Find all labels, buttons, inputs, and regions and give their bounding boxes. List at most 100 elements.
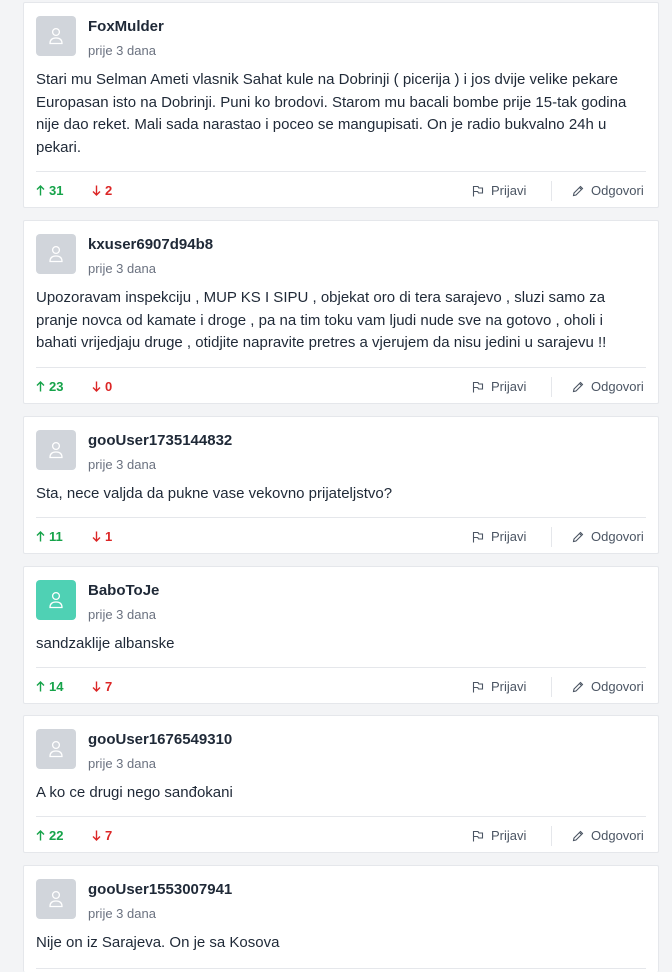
comment-card: FoxMulder prije 3 dana Stari mu Selman A… — [23, 2, 659, 208]
upvote-button[interactable]: 23 — [36, 379, 63, 394]
arrow-up-icon — [36, 531, 45, 542]
arrow-up-icon — [36, 185, 45, 196]
flag-icon — [472, 681, 484, 692]
flag-icon — [472, 381, 484, 392]
comment-text: Nije on iz Sarajeva. On je sa Kosova — [36, 934, 280, 951]
downvote-count: 2 — [105, 183, 113, 198]
avatar — [36, 430, 76, 470]
downvote-count: 1 — [105, 529, 113, 544]
upvote-count: 11 — [49, 529, 63, 544]
comment-timestamp: prije 3 dana — [88, 607, 156, 622]
arrow-down-icon — [92, 381, 101, 392]
comment-timestamp: prije 3 dana — [88, 43, 156, 58]
user-icon — [49, 27, 63, 45]
reply-label: Odgovori — [591, 828, 644, 843]
arrow-down-icon — [92, 185, 101, 196]
comment-text: Sta, nece valjda da pukne vase vekovno p… — [36, 485, 393, 502]
downvote-button[interactable]: 7 — [92, 828, 112, 843]
arrow-up-icon — [36, 681, 45, 692]
avatar — [36, 234, 76, 274]
user-icon — [49, 591, 63, 609]
reply-button[interactable]: Odgovori — [572, 529, 644, 544]
comment-username[interactable]: kxuser6907d94b8 — [88, 236, 213, 253]
divider — [551, 677, 552, 697]
user-icon — [49, 441, 63, 459]
avatar — [36, 879, 76, 919]
divider — [551, 377, 552, 397]
upvote-count: 22 — [49, 828, 64, 843]
report-button[interactable]: Prijavi — [472, 679, 526, 694]
user-icon — [49, 245, 63, 263]
comment-card: kxuser6907d94b8 prije 3 dana Upozoravam … — [23, 220, 659, 404]
comment-footer: 31 2 Prijavi Odgovori — [36, 171, 646, 207]
comment-username[interactable]: gooUser1676549310 — [88, 731, 232, 748]
comment-footer: 22 7 Prijavi Odgovori — [36, 816, 646, 852]
user-icon — [49, 740, 63, 758]
downvote-button[interactable]: 0 — [92, 379, 112, 394]
report-button[interactable]: Prijavi — [472, 529, 526, 544]
downvote-count: 7 — [105, 679, 113, 694]
comment-text: Upozoravam inspekciju , MUP KS I SIPU , … — [36, 289, 607, 352]
arrow-down-icon — [92, 531, 101, 542]
upvote-button[interactable]: 31 — [36, 183, 63, 198]
arrow-up-icon — [36, 381, 45, 392]
upvote-button[interactable]: 22 — [36, 828, 63, 843]
flag-icon — [472, 830, 484, 841]
comment-username[interactable]: BaboToJe — [88, 582, 159, 599]
divider — [551, 181, 552, 201]
pencil-icon — [572, 830, 584, 841]
reply-button[interactable]: Odgovori — [572, 183, 644, 198]
report-button[interactable]: Prijavi — [472, 183, 526, 198]
comment-footer-divider — [36, 968, 646, 969]
flag-icon — [472, 185, 484, 196]
reply-label: Odgovori — [591, 529, 644, 544]
report-button[interactable]: Prijavi — [472, 379, 526, 394]
downvote-count: 0 — [105, 379, 113, 394]
divider — [551, 826, 552, 846]
upvote-button[interactable]: 11 — [36, 529, 63, 544]
comment-text: A ko ce drugi nego sanđokani — [36, 784, 233, 801]
reply-button[interactable]: Odgovori — [572, 679, 644, 694]
comment-card: gooUser1553007941 prije 3 dana Nije on i… — [23, 865, 659, 972]
avatar — [36, 580, 76, 620]
pencil-icon — [572, 185, 584, 196]
upvote-count: 14 — [49, 679, 64, 694]
report-label: Prijavi — [491, 529, 527, 544]
report-label: Prijavi — [491, 828, 527, 843]
arrow-up-icon — [36, 830, 45, 841]
pencil-icon — [572, 531, 584, 542]
comment-footer: 14 7 Prijavi Odgovori — [36, 667, 646, 703]
reply-label: Odgovori — [591, 679, 644, 694]
reply-label: Odgovori — [591, 183, 644, 198]
arrow-down-icon — [92, 830, 101, 841]
user-icon — [49, 890, 63, 908]
report-label: Prijavi — [491, 183, 527, 198]
avatar — [36, 729, 76, 769]
comment-card: BaboToJe prije 3 dana sandzaklije albans… — [23, 566, 659, 704]
divider — [551, 527, 552, 547]
downvote-button[interactable]: 7 — [92, 679, 112, 694]
report-button[interactable]: Prijavi — [472, 828, 526, 843]
comment-username[interactable]: gooUser1735144832 — [88, 432, 232, 449]
comment-text: Stari mu Selman Ameti vlasnik Sahat kule… — [36, 71, 627, 156]
comment-card: gooUser1676549310 prije 3 dana A ko ce d… — [23, 715, 659, 853]
comment-footer: 23 0 Prijavi Odgovori — [36, 367, 646, 403]
comment-username[interactable]: FoxMulder — [88, 18, 164, 35]
pencil-icon — [572, 681, 584, 692]
comment-username[interactable]: gooUser1553007941 — [88, 881, 232, 898]
report-label: Prijavi — [491, 679, 527, 694]
comment-timestamp: prije 3 dana — [88, 906, 156, 921]
upvote-count: 31 — [49, 183, 64, 198]
comment-card: gooUser1735144832 prije 3 dana Sta, nece… — [23, 416, 659, 554]
comment-text: sandzaklije albanske — [36, 635, 175, 652]
downvote-button[interactable]: 1 — [92, 529, 112, 544]
flag-icon — [472, 531, 484, 542]
comment-timestamp: prije 3 dana — [88, 457, 156, 472]
reply-label: Odgovori — [591, 379, 644, 394]
downvote-button[interactable]: 2 — [92, 183, 112, 198]
upvote-button[interactable]: 14 — [36, 679, 63, 694]
reply-button[interactable]: Odgovori — [572, 379, 644, 394]
reply-button[interactable]: Odgovori — [572, 828, 644, 843]
comment-timestamp: prije 3 dana — [88, 261, 156, 276]
arrow-down-icon — [92, 681, 101, 692]
